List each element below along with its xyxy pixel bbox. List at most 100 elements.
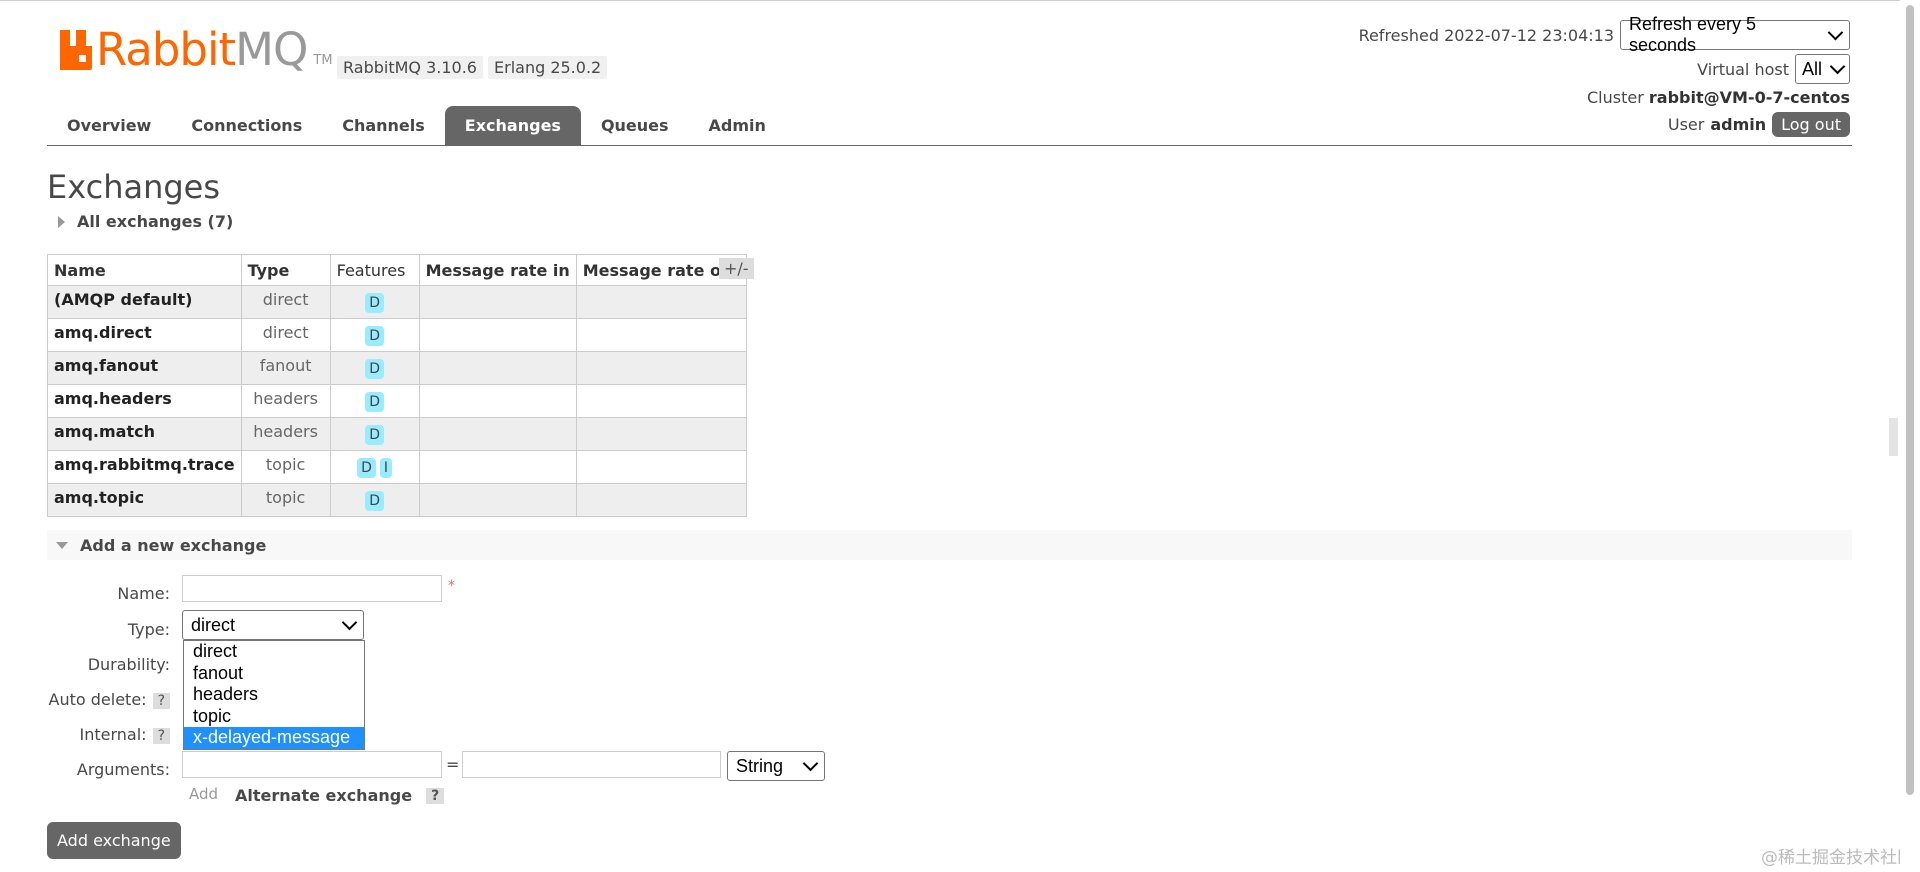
- exchange-features: D: [329, 483, 420, 517]
- argument-key-input[interactable]: [182, 751, 442, 778]
- exchanges-table: Name Type Features Message rate in Messa…: [47, 254, 748, 517]
- equals-sign: =: [446, 755, 460, 774]
- erlang-version-badge: Erlang 25.0.2: [488, 56, 608, 79]
- tab-channels[interactable]: Channels: [322, 106, 445, 145]
- exchange-type: direct: [240, 318, 331, 352]
- exchange-features: D: [329, 417, 420, 451]
- rate-in-cell: [418, 318, 577, 352]
- alternate-exchange-help-button[interactable]: ?: [426, 787, 445, 804]
- expand-triangle-icon: [58, 215, 65, 228]
- exchange-type: fanout: [240, 351, 331, 385]
- table-row: amq.headers headers D: [47, 384, 748, 418]
- exchange-type-dropdown: direct fanout headers topic x-delayed-me…: [183, 640, 365, 750]
- exchange-type-select[interactable]: direct: [182, 610, 364, 640]
- refresh-interval-select[interactable]: Refresh every 5 seconds: [1620, 14, 1850, 55]
- argument-value-input[interactable]: [462, 751, 721, 778]
- tab-queues[interactable]: Queues: [581, 106, 689, 145]
- column-header-rate-in[interactable]: Message rate in: [418, 254, 577, 286]
- column-header-name[interactable]: Name: [47, 254, 242, 286]
- alternate-exchange-link[interactable]: Alternate exchange?: [235, 786, 445, 805]
- chevron-down-icon: [341, 614, 358, 631]
- rate-in-cell: [418, 450, 577, 484]
- scrollbar-thumb[interactable]: [1906, 5, 1914, 795]
- type-label: Type:: [127, 620, 170, 639]
- table-row: amq.direct direct D: [47, 318, 748, 352]
- logo-text: RabbitMQ: [96, 23, 308, 76]
- exchange-name-link[interactable]: amq.match: [47, 417, 242, 451]
- exchange-features: D: [329, 351, 420, 385]
- auto-delete-help-button[interactable]: ?: [152, 693, 170, 709]
- exchange-type: topic: [240, 450, 331, 484]
- exchange-features: D: [329, 384, 420, 418]
- table-row: (AMQP default) direct D: [47, 285, 748, 319]
- window-top-border: [0, 0, 1920, 1]
- required-mark: *: [448, 578, 455, 594]
- internal-badge: I: [379, 457, 393, 478]
- virtual-host-selector: Virtual host All: [1697, 54, 1850, 84]
- cluster-info: Cluster rabbit@VM-0-7-centos: [1587, 88, 1850, 107]
- chevron-down-icon: [1828, 24, 1844, 41]
- all-exchanges-toggle[interactable]: All exchanges (7): [58, 212, 233, 231]
- tab-overview[interactable]: Overview: [47, 106, 171, 145]
- exchange-name-link[interactable]: amq.headers: [47, 384, 242, 418]
- durability-label: Durability:: [87, 655, 170, 674]
- vertical-scrollbar[interactable]: [1900, 0, 1920, 872]
- durable-badge: D: [365, 424, 384, 445]
- user-info: User admin Log out: [1668, 112, 1850, 137]
- rate-out-cell: [575, 285, 748, 319]
- rabbitmq-logo-icon: [60, 30, 92, 70]
- logout-button[interactable]: Log out: [1772, 112, 1850, 137]
- page-title: Exchanges: [47, 168, 221, 206]
- virtual-host-select[interactable]: All: [1795, 54, 1850, 84]
- column-toggle-button[interactable]: +/-: [719, 258, 754, 279]
- rate-out-cell: [575, 351, 748, 385]
- exchange-name-input[interactable]: [182, 575, 442, 602]
- version-badge: RabbitMQ 3.10.6: [337, 56, 483, 79]
- scroll-marker: [1889, 418, 1898, 456]
- exchange-name-link[interactable]: amq.rabbitmq.trace: [47, 450, 242, 484]
- table-header-row: Name Type Features Message rate in Messa…: [47, 254, 748, 286]
- chevron-down-icon: [1829, 58, 1846, 75]
- name-label: Name:: [117, 584, 170, 603]
- rate-out-cell: [575, 384, 748, 418]
- type-option-topic[interactable]: topic: [184, 706, 364, 728]
- add-argument-link[interactable]: Add: [189, 785, 218, 803]
- type-option-x-delayed-message[interactable]: x-delayed-message: [184, 727, 364, 749]
- durable-badge: D: [357, 457, 376, 478]
- rate-in-cell: [418, 483, 577, 517]
- rabbitmq-logo[interactable]: RabbitMQ TM: [60, 23, 333, 76]
- refreshed-timestamp: Refreshed 2022-07-12 23:04:13: [1358, 25, 1614, 45]
- durable-badge: D: [365, 358, 384, 379]
- exchange-type: headers: [240, 384, 331, 418]
- exchange-name-link[interactable]: amq.direct: [47, 318, 242, 352]
- exchange-name-link[interactable]: amq.topic: [47, 483, 242, 517]
- main-nav: Overview Connections Channels Exchanges …: [47, 106, 786, 145]
- internal-help-button[interactable]: ?: [152, 728, 170, 744]
- watermark: @稀土掘金技术社区: [1761, 848, 1914, 868]
- auto-delete-label: Auto delete:?: [49, 690, 170, 709]
- add-exchange-button[interactable]: Add exchange: [47, 822, 181, 859]
- column-header-type[interactable]: Type: [240, 254, 331, 286]
- type-option-fanout[interactable]: fanout: [184, 663, 364, 685]
- exchange-name-link[interactable]: amq.fanout: [47, 351, 242, 385]
- column-header-features: Features: [329, 254, 420, 286]
- add-exchange-section-header[interactable]: Add a new exchange: [47, 530, 1852, 560]
- tab-exchanges[interactable]: Exchanges: [444, 106, 581, 145]
- exchange-features: DI: [329, 450, 420, 484]
- exchange-name-link[interactable]: (AMQP default): [47, 285, 242, 319]
- type-option-headers[interactable]: headers: [184, 684, 364, 706]
- rate-out-cell: [575, 318, 748, 352]
- durable-badge: D: [365, 325, 384, 346]
- rate-in-cell: [418, 384, 577, 418]
- exchange-type: direct: [240, 285, 331, 319]
- type-option-direct[interactable]: direct: [184, 641, 364, 663]
- argument-type-select[interactable]: String: [727, 751, 825, 781]
- tab-admin[interactable]: Admin: [689, 106, 786, 145]
- internal-label: Internal:?: [80, 725, 170, 744]
- logo-trademark: TM: [313, 53, 333, 68]
- rate-out-cell: [575, 450, 748, 484]
- virtual-host-label: Virtual host: [1697, 59, 1789, 79]
- collapse-triangle-icon: [56, 542, 68, 549]
- chevron-down-icon: [802, 755, 819, 772]
- tab-connections[interactable]: Connections: [171, 106, 322, 145]
